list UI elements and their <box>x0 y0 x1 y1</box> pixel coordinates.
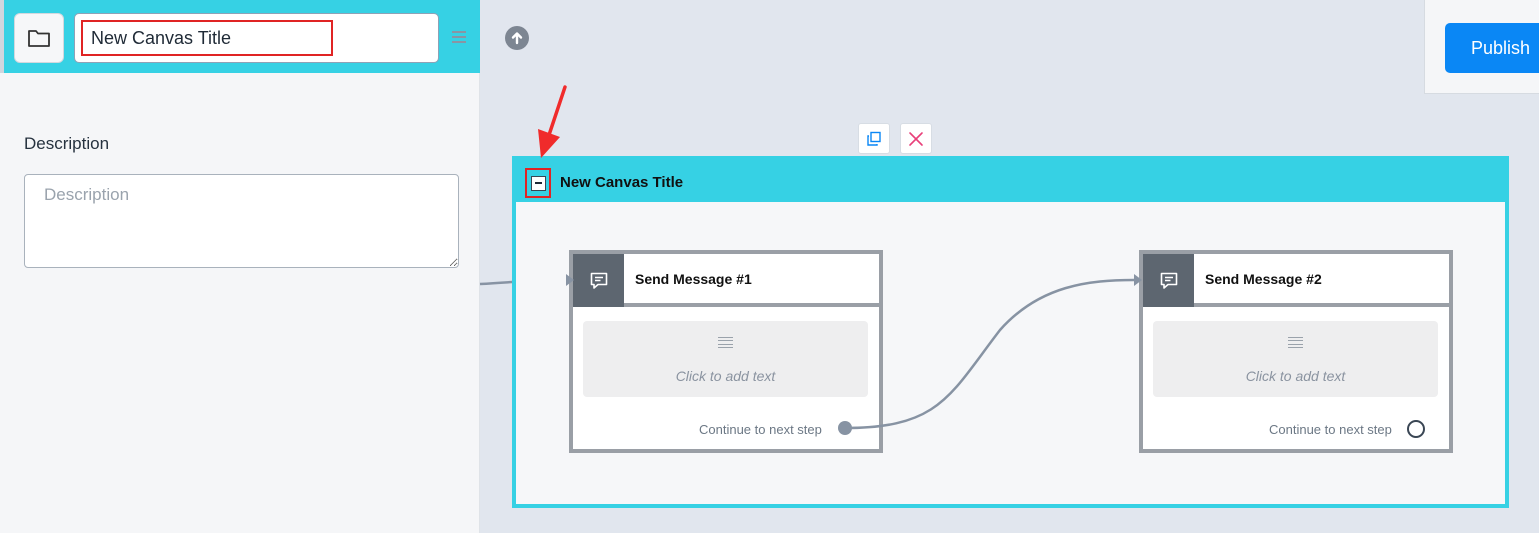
left-panel: Description <box>0 0 480 533</box>
node-header: Send Message #2 <box>1143 254 1449 307</box>
publish-button[interactable]: Publish <box>1445 23 1539 73</box>
folder-icon <box>28 30 50 47</box>
canvas-title-input[interactable] <box>81 20 333 56</box>
message-icon <box>573 254 624 307</box>
node-title: Send Message #1 <box>635 271 752 287</box>
publish-area: Publish <box>1424 0 1539 94</box>
canvas-group[interactable]: New Canvas Title Send Message #1 Click t… <box>512 156 1509 508</box>
group-title: New Canvas Title <box>560 174 684 191</box>
delete-button[interactable] <box>900 123 932 154</box>
continue-label: Continue to next step <box>699 422 822 437</box>
description-label: Description <box>24 134 110 153</box>
send-message-node-2[interactable]: Send Message #2 Click to add text Contin… <box>1139 250 1453 453</box>
text-placeholder: Click to add text <box>675 368 776 384</box>
canvas-title-field[interactable] <box>74 13 439 63</box>
node-header: Send Message #1 <box>573 254 879 307</box>
text-lines-icon <box>718 337 733 348</box>
arrow-up-circle-icon[interactable] <box>505 26 529 50</box>
message-text-area[interactable]: Click to add text <box>1153 321 1438 397</box>
folder-button[interactable] <box>14 13 64 63</box>
text-lines-icon <box>1288 337 1303 348</box>
send-message-node-1[interactable]: Send Message #1 Click to add text Contin… <box>569 250 883 453</box>
message-text-area[interactable]: Click to add text <box>583 321 868 397</box>
description-textarea[interactable] <box>24 174 459 268</box>
continue-label: Continue to next step <box>1269 422 1392 437</box>
collapse-minus-icon <box>530 175 546 191</box>
annotation-arrow <box>538 85 567 158</box>
hamburger-icon[interactable] <box>452 29 468 45</box>
group-header: New Canvas Title <box>516 160 1505 202</box>
message-icon <box>1143 254 1194 307</box>
duplicate-button[interactable] <box>858 123 890 154</box>
output-port[interactable] <box>1407 420 1425 438</box>
output-port[interactable] <box>838 421 852 435</box>
text-placeholder: Click to add text <box>1245 368 1346 384</box>
duplicate-icon <box>867 131 881 146</box>
close-icon <box>909 131 923 146</box>
panel-header <box>0 0 480 73</box>
node-title: Send Message #2 <box>1205 271 1322 287</box>
collapse-button[interactable] <box>525 168 551 198</box>
